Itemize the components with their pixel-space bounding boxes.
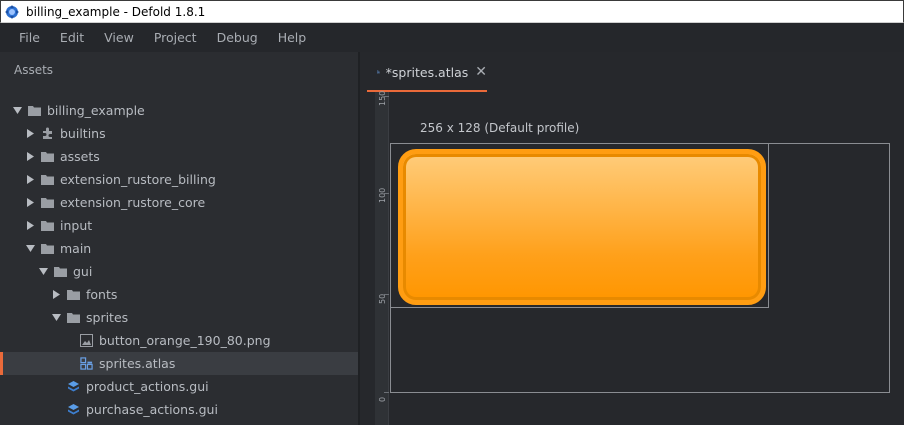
menu-file[interactable]: File bbox=[9, 30, 50, 45]
tree-item-main[interactable]: main bbox=[0, 237, 358, 260]
chevron-down-icon[interactable] bbox=[25, 244, 35, 254]
tree-item-extension-rustore-billing[interactable]: extension_rustore_billing bbox=[0, 168, 358, 191]
tree-item-assets[interactable]: assets bbox=[0, 145, 358, 168]
tree-item-label: gui bbox=[73, 264, 93, 279]
folder-icon bbox=[54, 265, 67, 278]
folder-icon bbox=[41, 242, 54, 255]
folder-icon bbox=[41, 173, 54, 186]
atlas-icon bbox=[377, 70, 380, 74]
window-title: billing_example - Defold 1.8.1 bbox=[26, 4, 206, 19]
tree-item-fonts[interactable]: fonts bbox=[0, 283, 358, 306]
tree-item-label: billing_example bbox=[47, 103, 145, 118]
tree-item-label: extension_rustore_core bbox=[60, 195, 206, 210]
ruler-label-0: 0 bbox=[378, 396, 387, 402]
tree-item-product-actions-gui[interactable]: product_actions.gui bbox=[0, 375, 358, 398]
menu-bar: File Edit View Project Debug Help bbox=[0, 23, 904, 52]
tree-item-sprites-atlas[interactable]: sprites.atlas bbox=[0, 352, 358, 375]
folder-icon bbox=[28, 104, 41, 117]
profile-label: 256 x 128 (Default profile) bbox=[420, 121, 580, 135]
menu-debug[interactable]: Debug bbox=[207, 30, 268, 45]
menu-view[interactable]: View bbox=[94, 30, 144, 45]
tree-item-button-orange-190-80-png[interactable]: button_orange_190_80.png bbox=[0, 329, 358, 352]
tree-item-label: sprites.atlas bbox=[99, 356, 176, 371]
close-icon[interactable]: ✕ bbox=[475, 64, 487, 80]
gui-file-icon bbox=[67, 403, 80, 416]
folder-icon bbox=[41, 150, 54, 163]
tree-item-billing-example[interactable]: billing_example bbox=[0, 99, 358, 122]
ruler-label-100: 100 bbox=[378, 187, 387, 203]
chevron-right-icon[interactable] bbox=[25, 175, 35, 185]
vertical-ruler: 150 100 50 0 bbox=[375, 90, 389, 425]
folder-icon bbox=[67, 288, 80, 301]
folder-icon bbox=[67, 311, 80, 324]
tab-sprites-atlas[interactable]: *sprites.atlas ✕ bbox=[367, 52, 487, 92]
ruler-label-150: 150 bbox=[378, 90, 387, 106]
assets-header: Assets bbox=[14, 63, 54, 77]
atlas-icon bbox=[80, 357, 93, 370]
tree-item-sprites[interactable]: sprites bbox=[0, 306, 358, 329]
tree-item-label: fonts bbox=[86, 287, 118, 302]
tree-item-purchase-actions-gui[interactable]: purchase_actions.gui bbox=[0, 398, 358, 421]
title-bar: billing_example - Defold 1.8.1 bbox=[0, 0, 904, 23]
menu-project[interactable]: Project bbox=[144, 30, 207, 45]
tree-item-label: product_actions.gui bbox=[86, 379, 209, 394]
tree-item-label: button_orange_190_80.png bbox=[99, 333, 271, 348]
image-file-icon bbox=[80, 334, 93, 347]
chevron-right-icon[interactable] bbox=[25, 129, 35, 139]
tree-item-label: purchase_actions.gui bbox=[86, 402, 218, 417]
assets-panel: Assets billing_example builtins assets exte… bbox=[0, 52, 358, 425]
tree-item-label: input bbox=[60, 218, 93, 233]
tab-label: *sprites.atlas bbox=[385, 64, 469, 80]
defold-app-icon bbox=[5, 4, 19, 19]
ruler-label-50: 50 bbox=[378, 293, 387, 304]
chevron-right-icon[interactable] bbox=[25, 152, 35, 162]
gui-file-icon bbox=[67, 380, 80, 393]
tree-item-gui[interactable]: gui bbox=[0, 260, 358, 283]
menu-edit[interactable]: Edit bbox=[50, 30, 94, 45]
tree-item-extension-rustore-core[interactable]: extension_rustore_core bbox=[0, 191, 358, 214]
menu-help[interactable]: Help bbox=[268, 30, 317, 45]
button-sprite-image[interactable] bbox=[398, 149, 766, 305]
tree-item-label: builtins bbox=[60, 126, 106, 141]
folder-icon bbox=[41, 219, 54, 232]
editor-area: *sprites.atlas ✕ 150 100 50 0 256 x 128 … bbox=[360, 52, 904, 425]
chevron-right-icon[interactable] bbox=[25, 221, 35, 231]
tree-item-builtins[interactable]: builtins bbox=[0, 122, 358, 145]
tree-item-label: main bbox=[60, 241, 92, 256]
chevron-down-icon[interactable] bbox=[12, 106, 22, 116]
tree-item-input[interactable]: input bbox=[0, 214, 358, 237]
editor-tab-bar: *sprites.atlas ✕ bbox=[360, 52, 904, 92]
tree-item-label: assets bbox=[60, 149, 100, 164]
chevron-right-icon[interactable] bbox=[51, 290, 61, 300]
chevron-down-icon[interactable] bbox=[38, 267, 48, 277]
atlas-canvas[interactable]: 256 x 128 (Default profile) bbox=[390, 92, 904, 425]
folder-icon bbox=[41, 196, 54, 209]
tree-item-label: extension_rustore_billing bbox=[60, 172, 216, 187]
puzzle-icon bbox=[41, 127, 54, 140]
chevron-down-icon[interactable] bbox=[51, 313, 61, 323]
chevron-right-icon[interactable] bbox=[25, 198, 35, 208]
ruler-tick bbox=[384, 392, 389, 393]
tree-item-label: sprites bbox=[86, 310, 129, 325]
